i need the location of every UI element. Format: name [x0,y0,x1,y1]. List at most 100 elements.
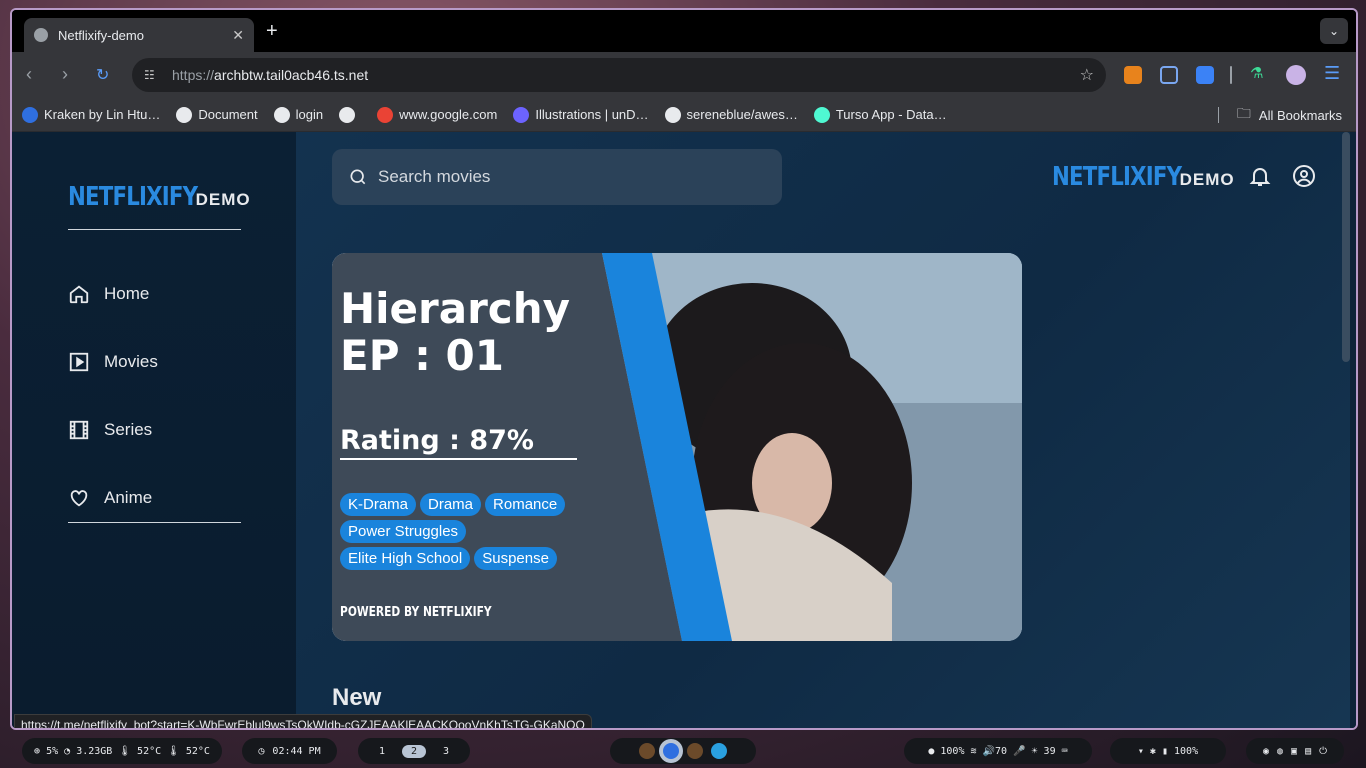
globe-icon [176,106,193,123]
browser-tab[interactable]: Netflixify-demo ✕ [24,18,254,52]
telegram-app-icon[interactable] [711,743,727,759]
turso-icon [813,106,830,123]
notification-icon[interactable]: ◉ [1263,746,1269,757]
toolbar-separator [1230,66,1232,84]
clock-icon: ◷ [258,745,265,757]
tab-title: Netflixify-demo [58,27,144,43]
bell-icon[interactable] [1248,164,1272,188]
genre-tag[interactable]: Drama [420,493,482,516]
sidebar-logo[interactable]: NETFLIXIFY DEMO [68,182,251,212]
hero-title-line2: EP : 01 [340,331,504,380]
genre-tag[interactable]: K-Drama [340,493,417,516]
sidebar-divider [68,229,241,230]
user-icon[interactable] [1292,164,1316,188]
close-icon[interactable]: ✕ [232,27,244,44]
bookmark-star-icon[interactable]: ☆ [1080,65,1094,85]
sidebar-divider [68,522,241,523]
sidebar-item-label: Anime [104,488,153,507]
hero-title-line1: Hierarchy [340,284,570,333]
hero-rating: Rating : 87% [340,425,577,460]
bookmark-item[interactable]: Turso App - Data… [813,106,947,123]
globe-icon [273,106,290,123]
folder-icon: 🗀 [1236,105,1251,121]
kraken-icon [22,106,38,123]
header-logo[interactable]: NETFLIXIFY DEMO [1052,162,1235,192]
workspace-2[interactable]: 2 [401,744,427,758]
genre-tag[interactable]: Power Struggles [340,520,467,543]
browser-window: Netflixify-demo ✕ + ⌄ ‹ › ↻ ☷ https://ar… [10,8,1358,730]
screenshot-icon[interactable]: ▣ [1291,746,1297,757]
globe-icon [34,28,48,42]
scrollbar-thumb[interactable] [1342,132,1350,362]
extensions-icon[interactable] [1196,66,1214,84]
genre-tag[interactable]: Romance [485,493,566,516]
app-dock [610,738,756,764]
globe-icon [339,106,356,123]
browser-app-icon[interactable] [663,743,679,759]
logo-brand: NETFLIXIFY [1052,162,1182,192]
hero-title: Hierarchy EP : 01 [340,285,570,379]
clipboard-icon[interactable]: ▤ [1305,746,1311,757]
genre-tags: K-Drama Drama Romance Power Struggles El… [340,493,590,570]
link-status-bar: https://t.me/netflixify_bot?start=K-WbFw… [14,714,592,728]
network-battery: ▾ ✱ ▮ 100% [1110,738,1226,764]
undraw-icon [513,106,530,123]
tray-icons: ◉ ◍ ▣ ▤ ⏻ [1246,738,1344,764]
workspace-3[interactable]: 3 [434,745,458,758]
system-monitor: ⊕ 5% ◔ 3.23GB 🌡 52°C 🌡 52°C [22,738,222,764]
profile-avatar[interactable] [1286,65,1306,85]
tab-search-button[interactable]: ⌄ [1320,18,1348,44]
hero-banner[interactable]: Hierarchy EP : 01 Rating : 87% K-Drama D… [332,253,1022,641]
power-icon[interactable]: ⏻ [1319,746,1327,757]
logo-brand: NETFLIXIFY [68,182,198,212]
address-bar[interactable]: ☷ https://archbtw.tail0acb46.ts.net ☆ [132,58,1106,92]
sidebar-item-movies[interactable]: Movies [68,328,158,396]
powered-by-label: POWERED BY NETFLIXIFY [340,605,492,620]
sidebar-item-home[interactable]: Home [68,260,158,328]
clock-time: 02:44 PM [272,745,321,757]
status-indicators: ● 100% ≋ 🔊70 🎤 ☀ 39 ⌨ [904,738,1092,764]
search-input[interactable] [378,167,766,187]
terminal-app-icon[interactable] [639,743,655,759]
play-square-icon [69,352,89,372]
browser-toolbar: ‹ › ↻ ☷ https://archbtw.tail0acb46.ts.ne… [12,52,1356,98]
labs-icon[interactable]: ⚗ [1250,64,1268,82]
site-info-icon[interactable]: ☷ [144,68,160,82]
forward-icon[interactable]: › [62,64,68,85]
workspace-1[interactable]: 1 [370,745,394,758]
all-bookmarks-button[interactable]: All Bookmarks [1259,108,1342,123]
bookmark-item[interactable]: Kraken by Lin Htu… [22,106,160,123]
main-content: NETFLIXIFY DEMO Hierarchy EP : 0 [296,132,1350,728]
bookmark-item[interactable]: Document [176,106,258,123]
github-icon [664,106,681,123]
sidebar: NETFLIXIFY DEMO Home Movies Series Anime [12,132,296,728]
bookmarks-bar: Kraken by Lin Htu… Document login www.go… [12,98,1356,132]
bookmark-item[interactable]: login [273,106,323,123]
clock: ◷ 02:44 PM [242,738,337,764]
bookmark-item[interactable] [339,106,361,123]
new-tab-button[interactable]: + [266,20,278,43]
reload-icon[interactable]: ↻ [96,65,109,85]
sidebar-menu: Home Movies Series Anime [68,260,158,532]
bookmark-item[interactable]: Illustrations | unD… [513,106,649,123]
tab-strip: Netflixify-demo ✕ + ⌄ [12,10,1356,52]
menu-icon[interactable]: ☰ [1324,63,1342,83]
sidebar-item-label: Movies [104,352,158,371]
screenshot-extension-icon[interactable] [1160,66,1178,84]
url-text[interactable]: https://archbtw.tail0acb46.ts.net [172,67,1080,83]
sidebar-item-series[interactable]: Series [68,396,158,464]
bookmark-item[interactable]: www.google.com [377,106,497,123]
search-icon [350,169,366,185]
bookmark-item[interactable]: sereneblue/awes… [664,106,798,123]
metamask-extension-icon[interactable] [1124,66,1142,84]
back-icon[interactable]: ‹ [26,64,32,85]
heart-icon [70,490,88,507]
genre-tag[interactable]: Elite High School [340,547,471,570]
genre-tag[interactable]: Suspense [474,547,557,570]
terminal-app-icon[interactable] [687,743,703,759]
palette-icon[interactable]: ◍ [1277,746,1283,757]
film-icon [69,420,89,440]
taskbar: ⊕ 5% ◔ 3.23GB 🌡 52°C 🌡 52°C ◷ 02:44 PM 1 … [0,734,1366,768]
search-box[interactable] [332,149,782,205]
page-viewport: NETFLIXIFY DEMO Home Movies Series Anime… [12,132,1356,728]
